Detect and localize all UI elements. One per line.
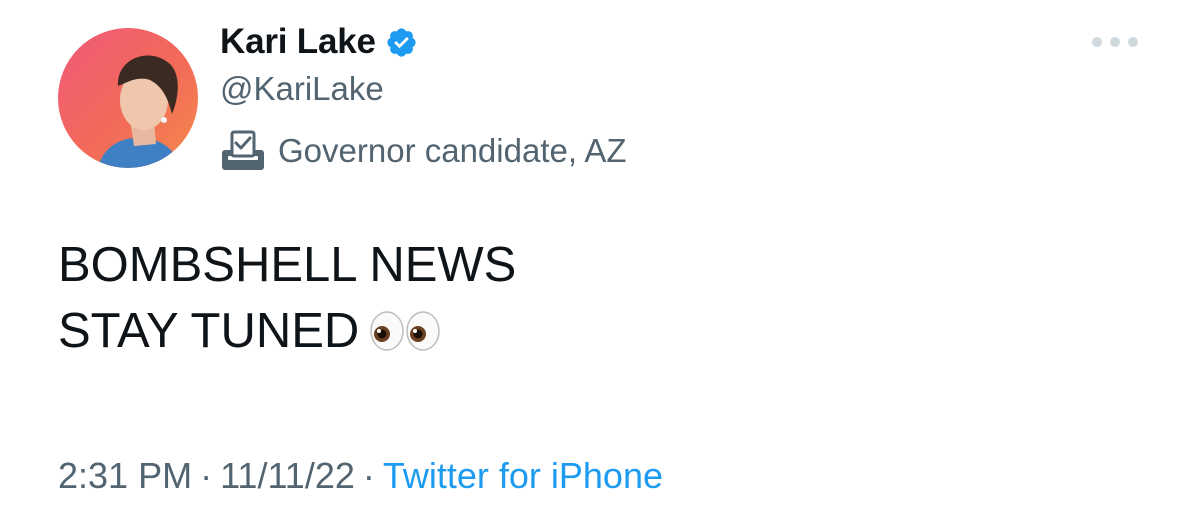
- avatar-image: [58, 28, 198, 168]
- eyes-emoji-icon: [369, 302, 443, 351]
- more-dot: [1110, 37, 1120, 47]
- tweet-date[interactable]: 11/11/22: [220, 455, 355, 496]
- author-label-text: Governor candidate, AZ: [278, 132, 627, 169]
- tweet-line-with-emoji: STAY TUNED: [58, 298, 516, 364]
- author-label: Governor candidate, AZ: [220, 130, 627, 172]
- more-options-icon[interactable]: [1092, 34, 1138, 50]
- author-handle[interactable]: @KariLake: [220, 70, 384, 108]
- tweet-time[interactable]: 2:31 PM: [58, 455, 192, 496]
- tweet-source-link[interactable]: Twitter for iPhone: [383, 455, 663, 496]
- tweet-line: BOMBSHELL NEWS: [58, 238, 517, 292]
- tweet-text: BOMBSHELL NEWS STAY TUNED: [58, 232, 516, 364]
- tweet-line: STAY TUNED: [58, 304, 360, 358]
- tweet-meta: 2:31 PM · 11/11/22 · Twitter for iPhone: [58, 455, 663, 497]
- ballot-box-icon: [220, 130, 266, 172]
- display-name[interactable]: Kari Lake: [220, 22, 376, 62]
- more-dot: [1128, 37, 1138, 47]
- meta-separator: ·: [200, 455, 213, 496]
- author-name-row: Kari Lake: [220, 20, 418, 64]
- more-dot: [1092, 37, 1102, 47]
- tweet-card: Kari Lake @KariLake Governor candidate, …: [0, 0, 1200, 529]
- meta-separator: ·: [362, 455, 375, 496]
- verified-badge-icon: [385, 26, 418, 59]
- avatar[interactable]: [58, 28, 198, 168]
